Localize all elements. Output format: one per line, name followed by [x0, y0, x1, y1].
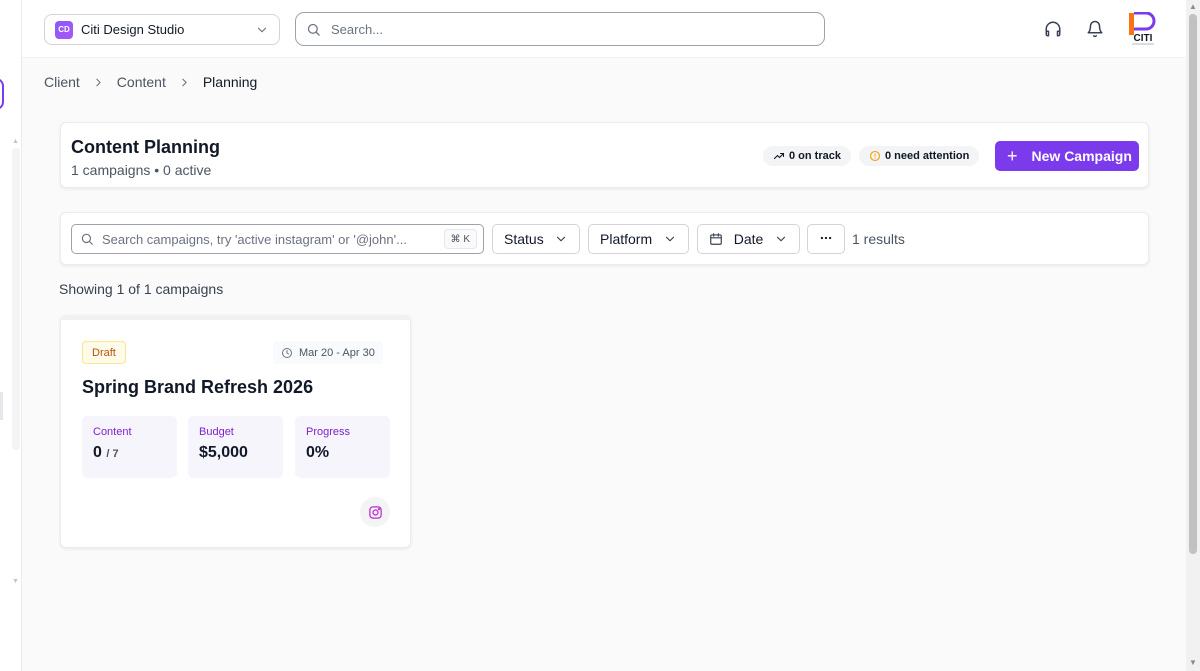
global-search-input[interactable] — [331, 21, 814, 37]
platform-filter[interactable]: Platform — [588, 224, 689, 254]
global-search[interactable] — [295, 12, 825, 46]
workspace-switcher[interactable]: CD Citi Design Studio — [44, 14, 280, 45]
top-bar: CD Citi Design Studio CITI — [22, 0, 1186, 58]
search-icon — [80, 232, 94, 246]
breadcrumb: Client Content Planning — [44, 74, 257, 90]
page-header-card: Content Planning 1 campaigns • 0 active … — [60, 122, 1149, 188]
need-attention-badge: 0 need attention — [859, 146, 980, 166]
chevron-down-icon — [774, 232, 788, 246]
page-title: Content Planning — [71, 137, 220, 157]
chevron-down-icon — [255, 23, 269, 37]
campaign-card[interactable]: Draft Mar 20 - Apr 30 Spring Brand Refre… — [60, 315, 411, 548]
date-filter-label: Date — [733, 231, 764, 247]
progress-stat: Progress 0% — [295, 416, 390, 478]
plus-icon: + — [1007, 146, 1018, 166]
page-scrollbar[interactable]: ▲ ▼ — [1186, 0, 1200, 671]
progress-stat-label: Progress — [306, 426, 351, 438]
sidebar-active-item[interactable] — [0, 78, 4, 110]
brand-logo[interactable]: CITI — [1126, 11, 1160, 46]
scroll-down-icon[interactable]: ▼ — [1189, 658, 1197, 667]
chevron-down-icon — [554, 232, 568, 246]
on-track-text: 0 on track — [789, 150, 841, 162]
need-attention-text: 0 need attention — [885, 150, 970, 162]
scroll-up-icon[interactable]: ▲ — [1189, 2, 1197, 11]
showing-count: Showing 1 of 1 campaigns — [59, 281, 224, 297]
status-filter-label: Status — [504, 231, 544, 247]
search-icon — [306, 22, 321, 37]
campaign-search-input[interactable] — [102, 231, 444, 247]
headset-icon[interactable] — [1042, 18, 1064, 40]
date-range: Mar 20 - Apr 30 — [273, 341, 383, 364]
status-filter[interactable]: Status — [492, 224, 580, 254]
content-total: / 7 — [106, 448, 119, 460]
content-stat: Content 0 / 7 — [82, 416, 177, 478]
status-badge: Draft — [82, 341, 126, 364]
results-count: 1 results — [852, 231, 905, 247]
more-filters-button[interactable] — [807, 224, 845, 254]
campaign-title[interactable]: Spring Brand Refresh 2026 — [82, 377, 313, 398]
ellipsis-icon — [819, 231, 833, 248]
breadcrumb-client[interactable]: Client — [44, 74, 80, 90]
date-range-text: Mar 20 - Apr 30 — [299, 346, 375, 359]
trending-up-icon — [773, 150, 785, 162]
workspace-logo: CD — [55, 20, 73, 39]
chevron-right-icon — [178, 76, 191, 89]
on-track-badge: 0 on track — [763, 146, 851, 166]
campaign-search[interactable]: ⌘ K — [71, 224, 484, 254]
workspace-name: Citi Design Studio — [81, 22, 185, 37]
filter-bar: ⌘ K Status Platform Date 1 results — [60, 212, 1149, 265]
budget-stat-label: Budget — [199, 426, 234, 438]
breadcrumb-planning: Planning — [202, 74, 258, 90]
instagram-icon[interactable] — [360, 497, 390, 527]
chevron-down-icon — [663, 232, 677, 246]
sidebar-scroll-down-icon[interactable]: ▼ — [12, 578, 19, 585]
new-campaign-button[interactable]: + New Campaign — [995, 141, 1139, 171]
sidebar-item[interactable] — [0, 392, 3, 420]
sidebar: ▲ ▼ — [0, 0, 22, 671]
alert-circle-icon — [869, 150, 881, 162]
sidebar-scrollbar[interactable] — [12, 148, 20, 450]
chevron-right-icon — [92, 76, 105, 89]
content-stat-label: Content — [93, 426, 132, 438]
progress-stat-value: 0% — [306, 444, 330, 461]
new-campaign-label: New Campaign — [1031, 148, 1132, 164]
date-filter[interactable]: Date — [697, 224, 800, 254]
budget-stat-value: $5,000 — [199, 444, 248, 461]
page-subtitle: 1 campaigns • 0 active — [71, 162, 212, 178]
sidebar-scroll-up-icon[interactable]: ▲ — [12, 138, 19, 145]
content-stat-value: 0 / 7 — [93, 444, 166, 462]
scrollbar-thumb[interactable] — [1189, 14, 1197, 554]
breadcrumb-content[interactable]: Content — [117, 74, 166, 90]
clock-icon — [281, 347, 293, 359]
content-count: 0 — [93, 444, 102, 461]
keyboard-shortcut-hint: ⌘ K — [443, 229, 477, 249]
calendar-icon — [709, 232, 723, 246]
bell-icon[interactable] — [1084, 18, 1106, 40]
brand-logo-text: CITI — [1134, 33, 1153, 44]
budget-stat: Budget $5,000 — [188, 416, 283, 478]
platform-filter-label: Platform — [600, 231, 653, 247]
